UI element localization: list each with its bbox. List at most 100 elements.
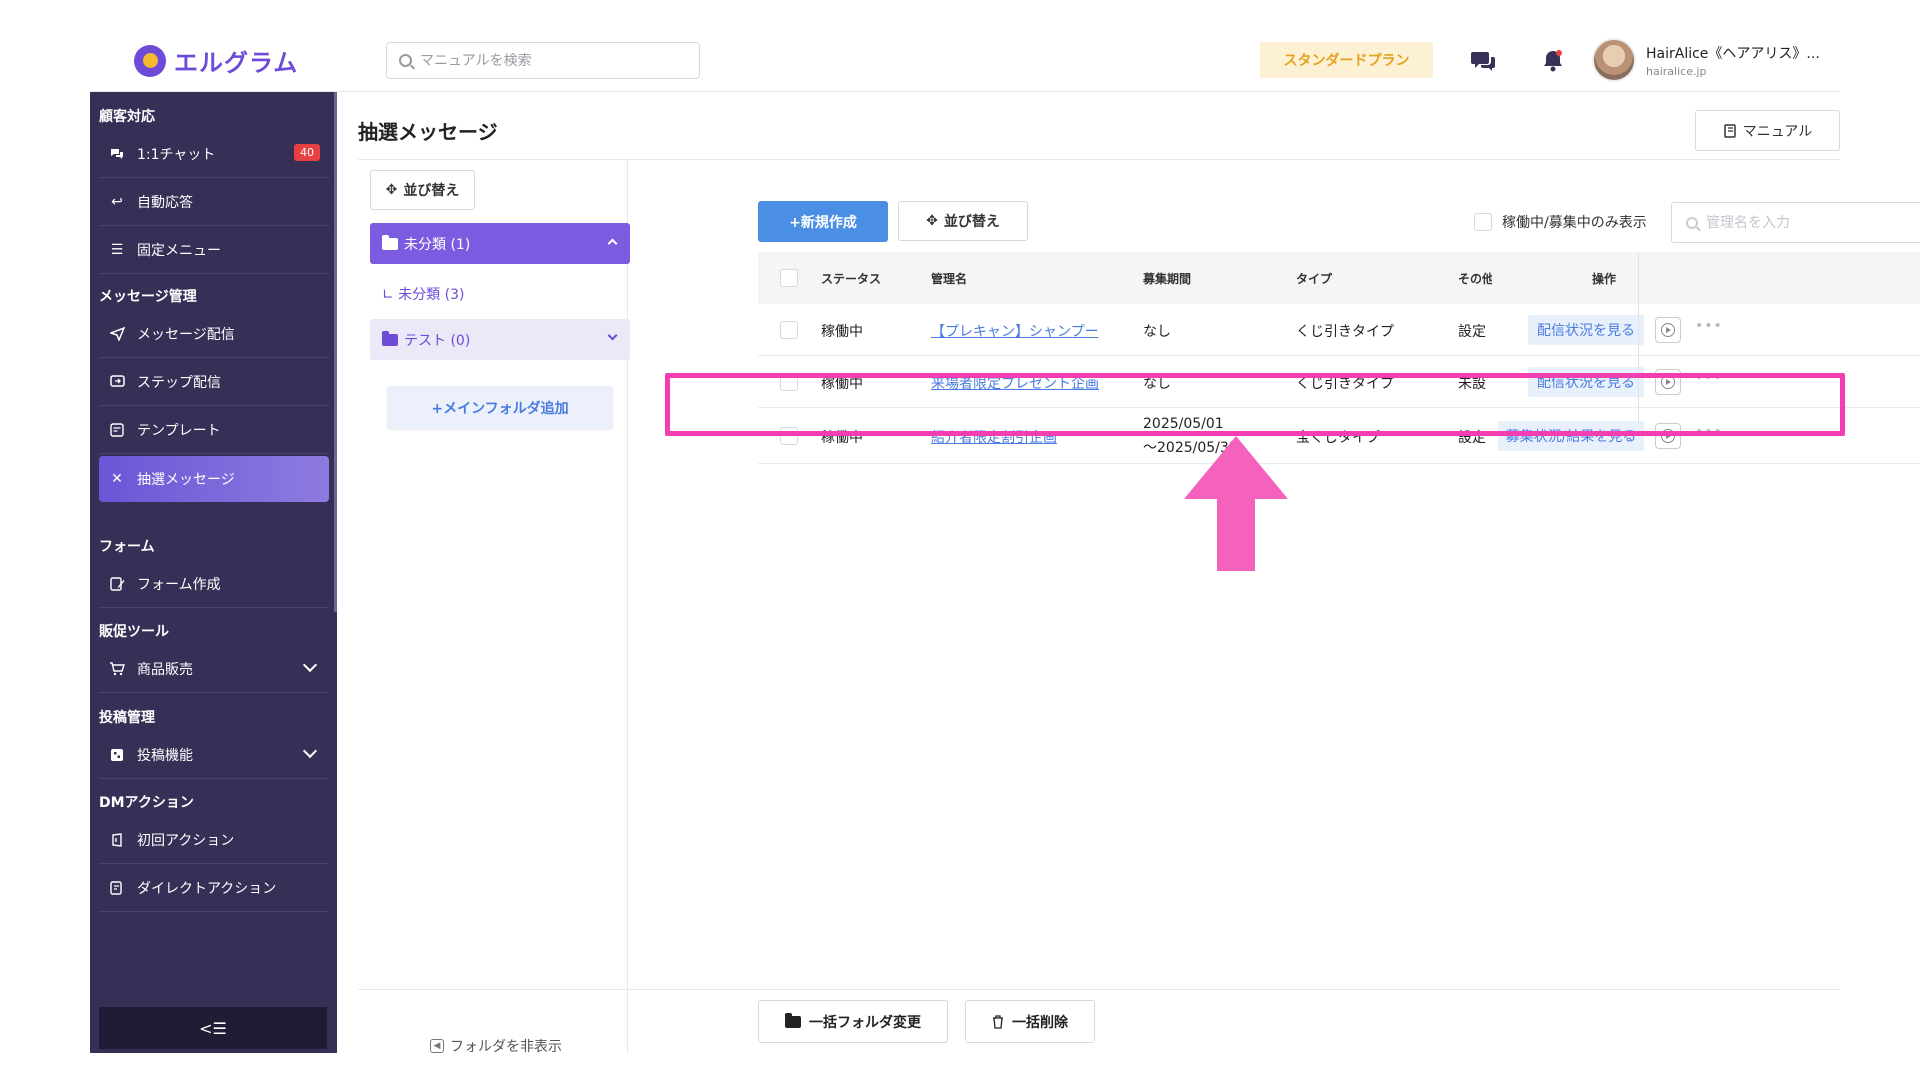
bulk-delete-button[interactable]: 一括削除 <box>965 1000 1095 1043</box>
sort-label: 並び替え <box>943 214 1000 230</box>
sidebar-item-first-action[interactable]: 初回アクション <box>99 816 329 864</box>
table-row: 稼働中 来場者限定プレゼント企画 なし くじ引きタイプ 未設定 配信状況を見る … <box>758 356 1920 408</box>
manual-label: マニュアル <box>1742 123 1813 140</box>
sidebar-item-label: 初回アクション <box>137 832 235 849</box>
sidebar-item-fixed-menu[interactable]: ☰ 固定メニュー <box>99 226 329 274</box>
folder-open-icon <box>382 234 398 250</box>
plan-badge[interactable]: スタンダードプラン <box>1260 42 1433 78</box>
folder-icon <box>382 330 398 346</box>
sidebar-item-post-feature[interactable]: 投稿機能 <box>99 731 329 779</box>
row-other: 設定済 <box>1458 430 1486 446</box>
unread-badge: 40 <box>294 144 320 161</box>
user-menu[interactable]: HairAlice《ヘアアリス》... hairalice.jp <box>1592 38 1820 82</box>
bulk-folder-change-label: 一括フォルダ変更 <box>809 1014 921 1031</box>
name-search-input[interactable] <box>1706 214 1920 231</box>
new-create-button[interactable]: +新規作成 <box>758 201 888 242</box>
section-title-posts: 投稿管理 <box>99 710 155 726</box>
direct-action-icon <box>109 880 125 896</box>
bulk-delete-label: 一括削除 <box>1012 1014 1068 1031</box>
row-type: 宝くじタイプ <box>1296 430 1380 446</box>
move-icon: ✥ <box>385 182 398 198</box>
more-icon[interactable]: ••• <box>1695 370 1723 386</box>
folder-label: テスト (0) <box>404 332 471 349</box>
sidebar-collapse-button[interactable]: <☰ <box>99 1007 327 1049</box>
column-divider <box>1638 252 1639 424</box>
section-title-customer: 顧客対応 <box>99 109 155 125</box>
play-icon <box>1661 375 1675 389</box>
row-checkbox[interactable] <box>780 373 798 391</box>
manual-search-input[interactable] <box>420 52 680 69</box>
section-title-dm: DMアクション <box>99 795 194 811</box>
active-only-checkbox[interactable] <box>1474 213 1492 231</box>
manual-search[interactable] <box>386 42 700 79</box>
row-checkbox[interactable] <box>780 321 798 339</box>
col-ops: 操作 <box>1592 272 1617 286</box>
cart-icon <box>109 661 125 677</box>
col-name: 管理名 <box>931 272 968 286</box>
folder-panel: ✥ 並び替え 未分類 (1) ∟ 未分類 (3) テスト (0) +メインフォル… <box>358 160 630 1056</box>
folder-sort-button[interactable]: ✥ 並び替え <box>370 170 475 210</box>
main-content: +新規作成 ✥ 並び替え 稼働中/募集中のみ表示 ステータス 管理名 募集期間 … <box>628 160 1920 1053</box>
preview-button[interactable] <box>1655 317 1681 343</box>
hide-folder-label: フォルダを非表示 <box>450 1039 562 1055</box>
logo[interactable]: エルグラム <box>134 43 298 78</box>
sidebar-item-product-sales[interactable]: 商品販売 <box>99 645 329 693</box>
hide-folder-button[interactable]: ◀ フォルダを非表示 <box>430 1036 562 1056</box>
folder-test[interactable]: テスト (0) <box>370 319 630 360</box>
sidebar-item-form-create[interactable]: フォーム作成 <box>99 560 329 608</box>
active-only-filter[interactable]: 稼働中/募集中のみ表示 <box>1474 212 1647 232</box>
logo-text: エルグラム <box>174 49 299 77</box>
sort-button[interactable]: ✥ 並び替え <box>898 201 1028 241</box>
folder-sort-label: 並び替え <box>403 183 460 199</box>
sidebar-scrollbar[interactable] <box>334 92 337 612</box>
logo-icon <box>134 44 166 77</box>
folder-uncategorized[interactable]: 未分類 (1) <box>370 223 630 264</box>
table-row-highlighted: 稼働中 紹介者限定割引企画 2025/05/01 〜2025/05/31 宝くじ… <box>758 408 1920 464</box>
sidebar-item-label: 固定メニュー <box>137 242 221 259</box>
subfolder-uncategorized[interactable]: ∟ 未分類 (3) <box>382 284 464 304</box>
sidebar-item-label: メッセージ配信 <box>137 326 235 343</box>
sidebar-item-step-delivery[interactable]: ステップ配信 <box>99 358 329 406</box>
manual-button[interactable]: マニュアル <box>1695 110 1840 151</box>
row-name-link[interactable]: 【プレキャン】シャンプー <box>931 321 1099 341</box>
more-icon[interactable]: ••• <box>1695 424 1723 440</box>
section-title-form: フォーム <box>99 539 155 555</box>
row-type: くじ引きタイプ <box>1296 376 1394 392</box>
user-name: HairAlice《ヘアアリス》... <box>1646 45 1820 62</box>
view-delivery-button[interactable]: 配信状況を見る <box>1528 367 1644 397</box>
sidebar-item-message-delivery[interactable]: メッセージ配信 <box>99 310 329 358</box>
divider <box>358 989 1840 990</box>
view-delivery-button[interactable]: 配信状況を見る <box>1528 315 1644 345</box>
bell-icon[interactable] <box>1538 46 1568 76</box>
sidebar-item-direct-action[interactable]: ダイレクトアクション <box>99 864 329 912</box>
template-icon <box>109 422 125 438</box>
add-main-folder-button[interactable]: +メインフォルダ追加 <box>387 386 613 429</box>
name-search[interactable] <box>1671 202 1920 243</box>
chat-bubbles-icon[interactable] <box>1468 46 1498 76</box>
row-name-link[interactable]: 紹介者限定割引企画 <box>931 427 1057 447</box>
sidebar-item-auto-reply[interactable]: ↩ 自動応答 <box>99 178 329 226</box>
play-icon <box>1661 323 1675 337</box>
sidebar-item-label: 自動応答 <box>137 194 193 211</box>
sidebar-item-template[interactable]: テンプレート <box>99 406 329 454</box>
folder-icon <box>785 1012 801 1028</box>
row-checkbox[interactable] <box>780 427 798 445</box>
preview-button[interactable] <box>1655 423 1681 449</box>
search-icon <box>399 54 412 67</box>
row-name-link[interactable]: 来場者限定プレゼント企画 <box>931 373 1099 393</box>
collapse-left-icon: ◀ <box>430 1039 444 1053</box>
row-period: なし <box>1143 376 1171 392</box>
view-results-button[interactable]: 募集状況/結果を見る <box>1498 421 1644 451</box>
section-title-message: メッセージ管理 <box>99 289 197 305</box>
app-window: エルグラム スタンダードプラン HairAlice《ヘアアリス》... hair… <box>90 30 1920 1056</box>
row-other: 設定済 <box>1458 324 1486 340</box>
sidebar-item-label: テンプレート <box>137 422 221 439</box>
page-title: 抽選メッセージ <box>358 120 498 144</box>
bulk-folder-change-button[interactable]: 一括フォルダ変更 <box>758 1000 948 1043</box>
select-all-checkbox[interactable] <box>780 269 798 287</box>
sidebar-item-lottery[interactable]: ✕ 抽選メッセージ <box>99 456 329 502</box>
preview-button[interactable] <box>1655 369 1681 395</box>
sidebar-item-label: 商品販売 <box>137 661 193 678</box>
more-icon[interactable]: ••• <box>1695 318 1723 334</box>
sidebar-item-chat[interactable]: 1:1チャット 40 <box>99 130 329 178</box>
